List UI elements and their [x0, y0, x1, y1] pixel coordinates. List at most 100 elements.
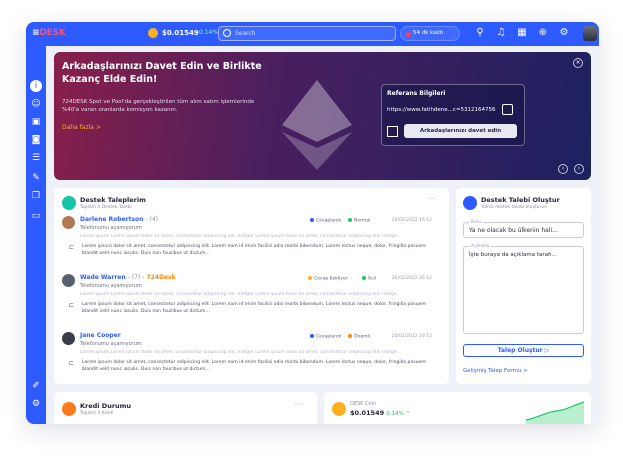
subject-value: Ya ne olacak bu ülkenin hali... — [469, 227, 558, 234]
ticket-topic: Telefonumu açamıyorum — [80, 283, 142, 289]
ticket-date: 20/02/2022 16:12 — [391, 218, 432, 223]
stage: ≡DESK $0.01549 0.14% ^ Search 54 dk kald… — [0, 0, 623, 460]
priority-dot-icon — [348, 334, 352, 338]
reply-icon: ⊏ — [69, 302, 75, 309]
timer-badge[interactable]: 54 dk kaldı — [400, 26, 460, 41]
priority-badge: Önemli — [348, 334, 370, 340]
referral-banner: Arkadaşlarınızı Davet Edin ve Birlikte K… — [54, 52, 591, 180]
ticket-preview: Lorem ipsum Lorem ipsum dolor sit amet, … — [80, 350, 401, 355]
banner-close-icon[interactable]: × — [573, 58, 583, 68]
description-label: Açıklama — [469, 243, 492, 248]
sidebar-card-icon[interactable]: ▭ — [30, 210, 42, 222]
ticket-row[interactable]: Darlene Robertson - (4) Telefonumu açamı… — [62, 216, 432, 268]
sidebar-info-icon[interactable]: i — [30, 80, 42, 92]
timer-dot-icon — [406, 32, 411, 37]
credit-icon — [62, 402, 76, 416]
subject-label: Konu — [469, 219, 483, 224]
sidebar-chat-icon[interactable]: ✎ — [30, 172, 42, 184]
search-placeholder: Search — [235, 30, 256, 37]
bell-icon[interactable]: ♫ — [495, 27, 507, 39]
copy-icon[interactable] — [502, 104, 513, 115]
pin-icon[interactable]: ⚲ — [474, 27, 486, 39]
tickets-subtitle: Toplam 4 Destek Talebi — [80, 205, 132, 210]
ticket-reply: Lorem ipsum dolor sit amet, consectetur … — [82, 360, 427, 372]
sidebar: i ☺ ▣ ◙ ☰ ✎ ❐ ▭ ✐ ⚙ — [26, 46, 46, 424]
subject-field[interactable]: Konu Ya ne olacak bu ülkenin hali... — [463, 219, 584, 238]
sidebar-settings-icon[interactable]: ⚙ — [30, 398, 42, 410]
sparkline — [526, 401, 584, 424]
reply-icon: ⊏ — [69, 360, 75, 367]
banner-next-icon[interactable]: › — [574, 164, 584, 174]
gear-icon[interactable]: ⚙ — [558, 27, 570, 39]
status-badge: Cevaplandı — [310, 218, 341, 224]
banner-title: Arkadaşlarınızı Davet Edin ve Birlikte K… — [62, 61, 262, 85]
search-input[interactable]: Search — [218, 26, 396, 41]
credit-status-card: Kredi Durumu Toplam 4 Kredi ... — [54, 392, 317, 424]
description-field[interactable]: Açıklama İşte buraya da açıklama tarafı.… — [463, 243, 584, 334]
ticket-date: 20/02/2022 16:12 — [391, 276, 432, 281]
app-window: ≡DESK $0.01549 0.14% ^ Search 54 dk kald… — [26, 22, 599, 424]
ticket-author: Wade Warren - (7) - 724Desk — [80, 274, 176, 281]
ticket-author: Jane Cooper — [80, 332, 121, 339]
coin-name: DESK Coin — [350, 401, 377, 407]
status-badge: Cevaplandı — [310, 334, 341, 340]
invite-friends-button[interactable]: Arkadaşlarınızı davet edin — [404, 124, 517, 138]
ticket-preview: Lorem ipsum Lorem ipsum dolor sit amet, … — [80, 234, 401, 239]
description-value: İşte buraya da açıklama tarafı... — [469, 252, 557, 258]
avatar[interactable] — [583, 26, 597, 41]
support-icon — [463, 196, 477, 210]
qr-code-icon[interactable] — [387, 126, 398, 137]
tickets-more-icon[interactable]: ... — [429, 192, 437, 201]
ticket-date: 20/02/2022 16:12 — [391, 334, 432, 339]
banner-description: 724DESK Spot ve Pool'da gerçekleştirilen… — [62, 99, 255, 113]
sidebar-edit-icon[interactable]: ✐ — [30, 380, 42, 392]
banner-prev-icon[interactable]: ‹ — [558, 164, 568, 174]
create-ticket-button[interactable]: Talep Oluştur ▷ — [463, 344, 584, 357]
ticket-preview: Lorem ipsum Lorem ipsum dolor sit amet, … — [80, 292, 401, 297]
support-tickets-card: Destek Taleplerim Toplam 4 Destek Talebi… — [54, 188, 449, 384]
sidebar-users-icon[interactable]: ☺ — [30, 98, 42, 110]
coin-icon — [332, 402, 346, 416]
banner-more-link[interactable]: Daha fazla > — [62, 124, 101, 131]
sidebar-document-icon[interactable]: ☰ — [30, 152, 42, 164]
status-dot-icon — [310, 218, 314, 222]
tickets-title: Destek Taleplerim — [80, 196, 146, 204]
ticket-reply: Lorem ipsum dolor sit amet, consectetur … — [82, 244, 427, 256]
ticket-row[interactable]: Wade Warren - (7) - 724Desk Telefonumu a… — [62, 274, 432, 326]
ticket-reply: Lorem ipsum dolor sit amet, consectetur … — [82, 302, 427, 314]
ticket-row[interactable]: Jane Cooper Telefonumu açamıyorum Cevapl… — [62, 332, 432, 384]
credit-more-icon[interactable]: ... — [294, 398, 302, 407]
status-dot-icon — [310, 334, 314, 338]
ticket-icon — [62, 196, 76, 210]
referral-panel: Referans Bilgileri https://www.fatihdene… — [381, 84, 525, 146]
create-ticket-card: Destek Talebi Oluştur Yalnız destek tale… — [456, 188, 591, 384]
grid-icon[interactable]: ▦ — [516, 27, 528, 39]
create-title: Destek Talebi Oluştur — [481, 196, 560, 204]
sidebar-book-icon[interactable]: ❐ — [30, 190, 42, 202]
top-icons: ⚲ ♫ ▦ ⊕ ⚙ — [474, 27, 570, 39]
create-subtitle: Yalnız destek talebi oluşturun — [481, 205, 548, 210]
credit-subtitle: Toplam 4 Kredi — [80, 411, 114, 416]
download-icon[interactable]: ⊕ — [537, 27, 549, 39]
sidebar-wallet-icon[interactable]: ◙ — [30, 134, 42, 146]
advanced-form-link[interactable]: Gelişmiş Talep Formu > — [463, 368, 528, 374]
coin-price: $0.01549 0.14% ^ — [350, 409, 411, 417]
priority-dot-icon — [348, 218, 352, 222]
status-badge: Cevap bekliyor — [308, 276, 348, 282]
logo[interactable]: ≡DESK — [32, 28, 66, 38]
coin-card: DESK Coin $0.01549 0.14% ^ — [324, 392, 591, 424]
ticket-topic: Telefonumu açamıyorum — [80, 341, 142, 347]
ticket-author: Darlene Robertson - (4) — [80, 216, 159, 223]
avatar — [62, 332, 75, 345]
sidebar-calendar-icon[interactable]: ▣ — [30, 116, 42, 128]
priority-badge: Normal — [348, 218, 370, 224]
ethereum-icon — [282, 80, 352, 170]
avatar — [62, 274, 75, 287]
status-dot-icon — [308, 276, 312, 280]
reply-icon: ⊏ — [69, 244, 75, 251]
coin-icon — [148, 28, 158, 38]
ticket-topic: Telefonumu açamıyorum — [80, 225, 142, 231]
priority-badge: Acil — [362, 276, 376, 282]
priority-dot-icon — [362, 276, 366, 280]
search-icon — [223, 29, 231, 37]
